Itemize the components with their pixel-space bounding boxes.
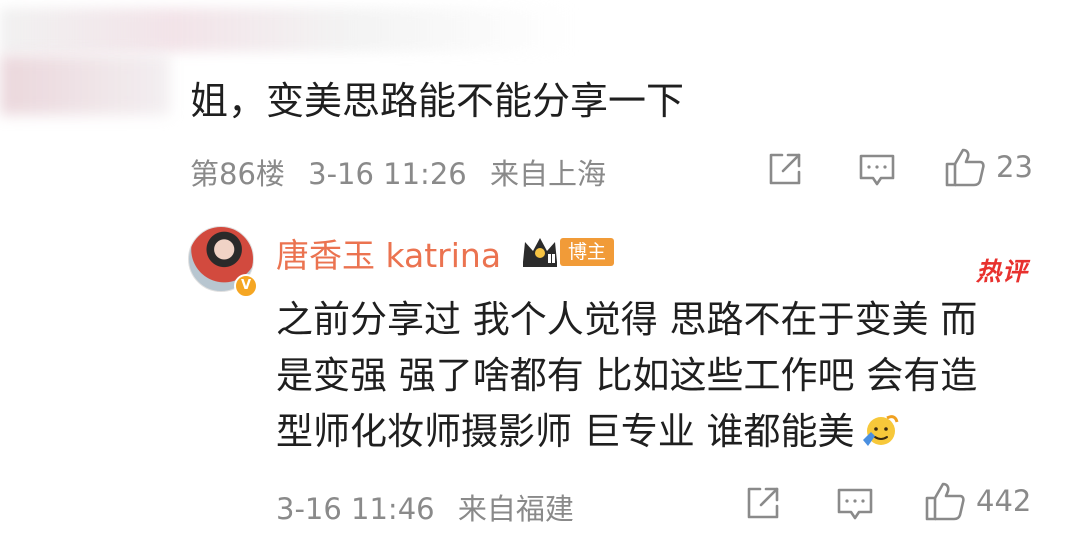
reply-location: 来自福建 (457, 492, 574, 526)
reply-line-text: 型师化妆师摄影师 巨专业 谁都能美 (276, 410, 855, 453)
share-icon (747, 487, 779, 519)
verified-icon: V (234, 274, 258, 298)
comment-time: 3-16 11:26 (308, 157, 467, 191)
like-button[interactable]: 442 (924, 480, 1031, 522)
reply-line: 是变强 强了啥都有 比如这些工作吧 会有造 (276, 354, 978, 397)
hot-comment-tag: 热评 (976, 257, 1029, 286)
comment-button[interactable] (836, 486, 874, 522)
share-icon (769, 153, 801, 185)
thumbs-up-icon (925, 482, 965, 521)
thumbs-up-icon (945, 148, 985, 187)
comment-icon (859, 154, 895, 186)
comment-button[interactable] (858, 152, 896, 188)
share-button[interactable] (766, 150, 804, 188)
comment-icon (837, 488, 873, 520)
blogger-badge: 博主 (560, 238, 615, 266)
share-button[interactable] (744, 484, 782, 522)
like-count: 23 (996, 150, 1033, 184)
like-button[interactable]: 23 (944, 146, 1033, 188)
blur-strip (0, 55, 170, 115)
reply-line: 型师化妆师摄影师 巨专业 谁都能美 (276, 404, 1046, 460)
blur-strip (0, 8, 575, 52)
like-count: 442 (976, 484, 1032, 518)
comment-location: 来自上海 (489, 157, 606, 191)
salute-emoji-icon (862, 415, 898, 446)
comment-meta: 第86楼 3-16 11:26 来自上海 (190, 151, 606, 193)
reply-line: 之前分享过 我个人觉得 思路不在于变美 而 (276, 298, 978, 341)
crown-icon (523, 238, 557, 267)
reply-meta: 3-16 11:46 来自福建 (276, 486, 574, 528)
floor-number: 第86楼 (190, 157, 285, 191)
reply-time: 3-16 11:46 (276, 492, 435, 526)
reply-author-name[interactable]: 唐香玉 katrina (276, 229, 501, 277)
reply-text: 之前分享过 我个人觉得 思路不在于变美 而 是变强 强了啥都有 比如这些工作吧 … (276, 292, 1046, 460)
comment-text: 姐，变美思路能不能分享一下 (190, 79, 685, 123)
